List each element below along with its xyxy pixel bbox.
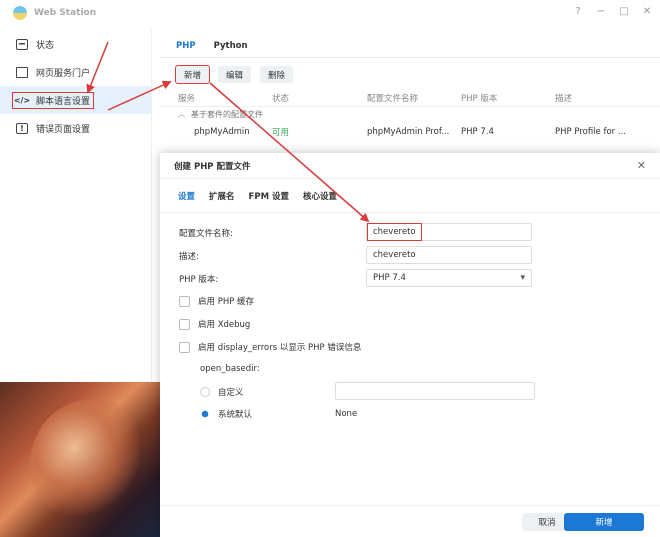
sidebar-item-label: 状态 — [36, 40, 55, 51]
php-version-label: PHP 版本: — [179, 275, 219, 285]
tab-settings[interactable]: 设置 — [178, 190, 195, 202]
column-header[interactable]: PHP 版本 — [461, 92, 555, 104]
error-page-icon: ! — [16, 122, 28, 134]
description-input[interactable]: chevereto — [366, 246, 532, 264]
description-value: chevereto — [373, 250, 416, 260]
php-cache-option[interactable]: 启用 PHP 缓存 — [179, 295, 254, 307]
tab-python[interactable]: Python — [214, 37, 248, 51]
table-row[interactable]: phpMyAdmin 可用 phpMyAdmin Prof... PHP 7.4… — [160, 121, 660, 143]
profile-name-row: 配置文件名称: — [179, 227, 233, 239]
custom-basedir-input[interactable] — [335, 382, 535, 400]
window-controls: ? − □ ✕ — [573, 6, 652, 17]
sidebar-item-label: 脚本语言设置 — [36, 96, 91, 107]
version-cell: PHP 7.4 — [461, 127, 494, 137]
minimize-icon[interactable]: − — [596, 6, 606, 17]
close-icon[interactable]: ✕ — [642, 6, 652, 17]
title-bar: Web Station — [0, 0, 660, 26]
portal-icon — [16, 66, 28, 78]
column-header[interactable]: 状态 — [272, 92, 367, 104]
php-version-value: PHP 7.4 — [373, 273, 406, 283]
sidebar-item-error-page[interactable]: ! 错误页面设置 — [0, 114, 151, 142]
sidebar-item-label: 网页服务门户 — [36, 68, 91, 79]
profile-name-input[interactable]: chevereto — [366, 223, 532, 241]
xdebug-checkbox[interactable] — [179, 318, 190, 330]
column-header[interactable]: 描述 — [555, 92, 655, 104]
display-errors-checkbox[interactable] — [179, 341, 190, 353]
help-icon[interactable]: ? — [573, 6, 583, 17]
dialog-tabs: 设置 扩展名 FPM 设置 核心设置 — [160, 179, 660, 213]
highlight-box: </> 脚本语言设置 — [12, 91, 95, 109]
profile-name-value: chevereto — [367, 223, 422, 241]
maximize-icon[interactable]: □ — [619, 6, 629, 17]
app-title: Web Station — [34, 8, 97, 18]
dialog-footer: 取消 新增 — [160, 505, 660, 537]
php-cache-label: 启用 PHP 缓存 — [198, 297, 255, 307]
custom-label: 自定义 — [218, 388, 244, 398]
profile-cell: phpMyAdmin Prof... — [367, 127, 450, 137]
confirm-add-button[interactable]: 新增 — [564, 513, 644, 531]
sidebar-item-portal[interactable]: 网页服务门户 — [0, 58, 151, 86]
sidebar-item-label: 错误页面设置 — [36, 124, 91, 135]
group-label: 基于套件的配置文件 — [191, 109, 263, 119]
service-cell: phpMyAdmin — [194, 127, 250, 137]
dialog-title: 创建 PHP 配置文件 — [160, 153, 660, 179]
web-station-logo-icon — [13, 6, 27, 20]
tab-fpm-settings[interactable]: FPM 设置 — [249, 190, 289, 202]
column-header[interactable]: 服务 — [178, 92, 272, 104]
table-header: 服务 状态 配置文件名称 PHP 版本 描述 — [160, 89, 660, 107]
status-cell: 可用 — [272, 128, 290, 138]
status-icon — [16, 38, 28, 50]
xdebug-label: 启用 Xdebug — [198, 320, 251, 330]
profile-name-label: 配置文件名称: — [179, 229, 233, 239]
default-radio[interactable] — [200, 409, 210, 419]
description-cell: PHP Profile for ... — [555, 127, 626, 137]
default-value: None — [335, 409, 358, 419]
desktop-wallpaper — [0, 380, 160, 537]
add-button[interactable]: 新增 — [174, 65, 211, 84]
custom-option[interactable]: 自定义 — [200, 386, 244, 398]
open-basedir-label: open_basedir: — [200, 364, 260, 374]
default-label: 系统默认 — [218, 410, 253, 420]
xdebug-option[interactable]: 启用 Xdebug — [179, 318, 250, 330]
php-version-row: PHP 版本: — [179, 273, 218, 285]
close-icon[interactable]: ✕ — [637, 159, 646, 172]
description-label: 描述: — [179, 252, 199, 262]
tab-extensions[interactable]: 扩展名 — [209, 190, 235, 202]
delete-button[interactable]: 删除 — [260, 66, 294, 83]
display-errors-option[interactable]: 启用 display_errors 以显示 PHP 错误信息 — [179, 341, 361, 353]
code-icon: </> — [13, 95, 31, 105]
default-value-row: None — [335, 409, 357, 419]
tab-php[interactable]: PHP — [176, 37, 196, 51]
group-row[interactable]: ︿ 基于套件的配置文件 — [160, 107, 660, 121]
sidebar: 状态 网页服务门户 </> 脚本语言设置 ! 错误页面设置 — [0, 30, 152, 382]
column-header[interactable]: 配置文件名称 — [367, 92, 461, 104]
main-content: PHP Python 新增 编辑 删除 服务 状态 配置文件名称 PHP 版本 … — [160, 30, 660, 143]
chevron-up-icon[interactable]: ︿ — [178, 109, 185, 119]
create-php-profile-dialog: 创建 PHP 配置文件 ✕ 设置 扩展名 FPM 设置 核心设置 配置文件名称:… — [160, 153, 660, 537]
tab-core-settings[interactable]: 核心设置 — [303, 190, 337, 202]
sidebar-item-status[interactable]: 状态 — [0, 30, 151, 58]
display-errors-label: 启用 display_errors 以显示 PHP 错误信息 — [198, 343, 362, 353]
edit-button[interactable]: 编辑 — [218, 66, 252, 83]
php-cache-checkbox[interactable] — [179, 295, 190, 307]
description-row: 描述: — [179, 250, 199, 262]
default-option[interactable]: 系统默认 — [200, 408, 252, 420]
language-tabs: PHP Python — [160, 30, 660, 58]
custom-radio[interactable] — [200, 387, 210, 397]
php-version-select[interactable]: PHP 7.4 — [366, 269, 532, 287]
toolbar: 新增 编辑 删除 — [160, 58, 660, 84]
sidebar-item-script-language[interactable]: </> 脚本语言设置 — [0, 86, 151, 114]
open-basedir-row: open_basedir: — [200, 364, 260, 374]
